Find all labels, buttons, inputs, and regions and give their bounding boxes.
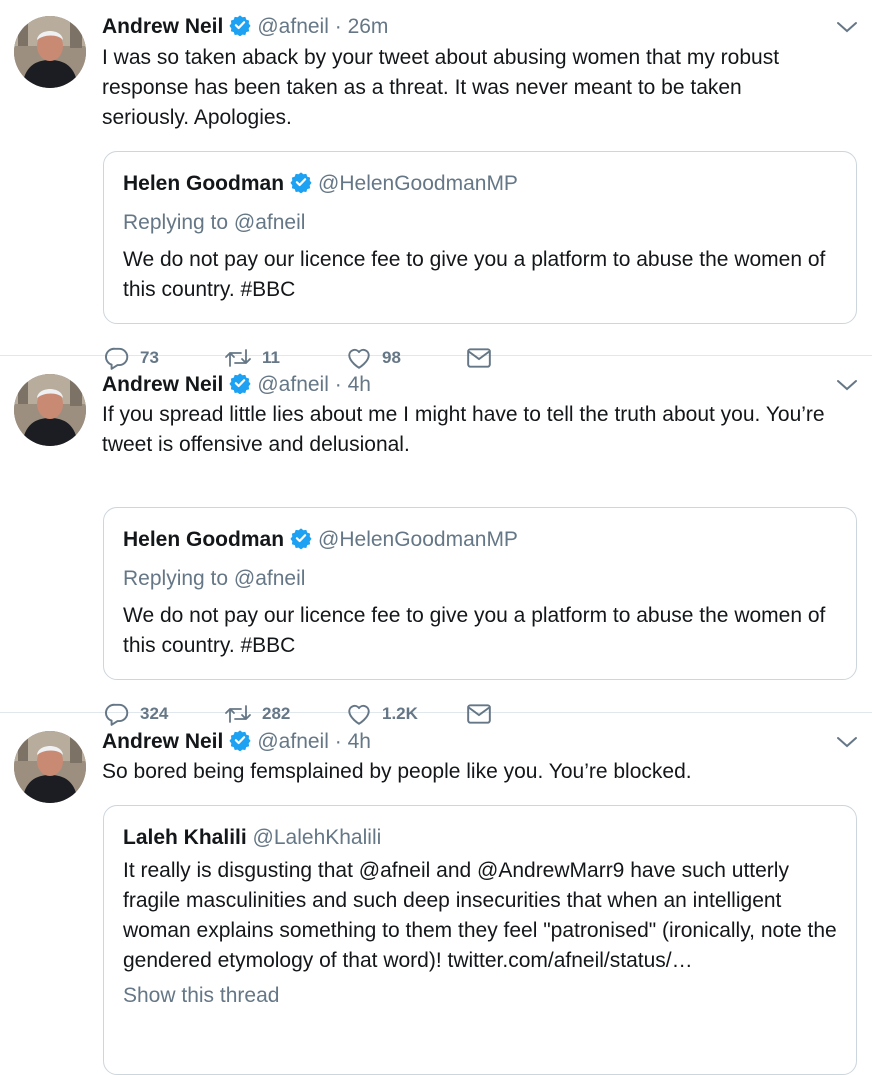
- quoted-author-handle: @LalehKhalili: [252, 826, 382, 849]
- separator-dot: ·: [334, 15, 342, 38]
- chevron-down-icon[interactable]: [836, 20, 858, 39]
- verified-badge-icon: [229, 372, 251, 402]
- avatar[interactable]: [14, 374, 86, 446]
- separator-dot: ·: [334, 373, 342, 396]
- avatar[interactable]: [14, 16, 86, 88]
- tweet-text: If you spread little lies about me I mig…: [102, 403, 825, 456]
- show-thread-link[interactable]: Show this thread: [123, 982, 840, 1010]
- verified-badge-icon: [229, 729, 251, 759]
- tweet[interactable]: Andrew Neil @afneil · 26m I was so taken …: [0, 0, 872, 370]
- verified-badge-icon: [229, 14, 251, 44]
- quoted-author-handle: @HelenGoodmanMP: [318, 528, 518, 551]
- tweet-header: Andrew Neil @afneil · 4h: [102, 728, 371, 759]
- quoted-tweet-text: We do not pay our licence fee to give yo…: [123, 604, 826, 657]
- replying-to: Replying to @afneil: [123, 567, 306, 590]
- quoted-author-name: Helen Goodman: [123, 528, 285, 551]
- tweet-timestamp[interactable]: 4h: [348, 373, 371, 396]
- tweet[interactable]: Andrew Neil @afneil · 4h If you spread li…: [0, 356, 872, 726]
- quoted-tweet-header: Laleh Khalili @LalehKhalili: [123, 824, 840, 852]
- tweet-text: So bored being femsplained by people lik…: [102, 760, 692, 783]
- quoted-tweet[interactable]: Helen Goodman @HelenGoodmanMP Replying to…: [103, 507, 857, 680]
- chevron-down-icon[interactable]: [836, 378, 858, 397]
- quoted-tweet[interactable]: Laleh Khalili @LalehKhalili It really is…: [103, 805, 857, 1075]
- author-handle[interactable]: @afneil: [257, 15, 329, 38]
- author-handle[interactable]: @afneil: [257, 730, 329, 753]
- quoted-tweet[interactable]: Helen Goodman @HelenGoodmanMP Replying to…: [103, 151, 857, 324]
- separator-dot: ·: [334, 730, 342, 753]
- replying-to: Replying to @afneil: [123, 211, 306, 234]
- quoted-author-handle: @HelenGoodmanMP: [318, 172, 518, 195]
- quoted-author-name: Helen Goodman: [123, 172, 285, 195]
- quoted-tweet-header: Helen Goodman @HelenGoodmanMP: [123, 170, 840, 201]
- tweet[interactable]: Andrew Neil @afneil · 4h So bored being f…: [0, 713, 872, 1075]
- author-name[interactable]: Andrew Neil: [102, 15, 223, 38]
- tweet-header: Andrew Neil @afneil · 26m: [102, 13, 388, 44]
- author-name[interactable]: Andrew Neil: [102, 730, 223, 753]
- quoted-tweet-header: Helen Goodman @HelenGoodmanMP: [123, 526, 840, 557]
- avatar[interactable]: [14, 731, 86, 803]
- author-name[interactable]: Andrew Neil: [102, 373, 223, 396]
- quoted-tweet-text: It really is disgusting that @afneil and…: [123, 859, 837, 972]
- tweet-text: I was so taken aback by your tweet about…: [102, 46, 780, 129]
- chevron-down-icon[interactable]: [836, 735, 858, 754]
- tweet-timestamp[interactable]: 4h: [348, 730, 371, 753]
- quoted-tweet-text: We do not pay our licence fee to give yo…: [123, 248, 826, 301]
- author-handle[interactable]: @afneil: [257, 373, 329, 396]
- tweet-header: Andrew Neil @afneil · 4h: [102, 371, 371, 402]
- quoted-author-name: Laleh Khalili: [123, 826, 247, 849]
- tweet-timestamp[interactable]: 26m: [348, 15, 389, 38]
- verified-badge-icon: [290, 171, 312, 201]
- verified-badge-icon: [290, 527, 312, 557]
